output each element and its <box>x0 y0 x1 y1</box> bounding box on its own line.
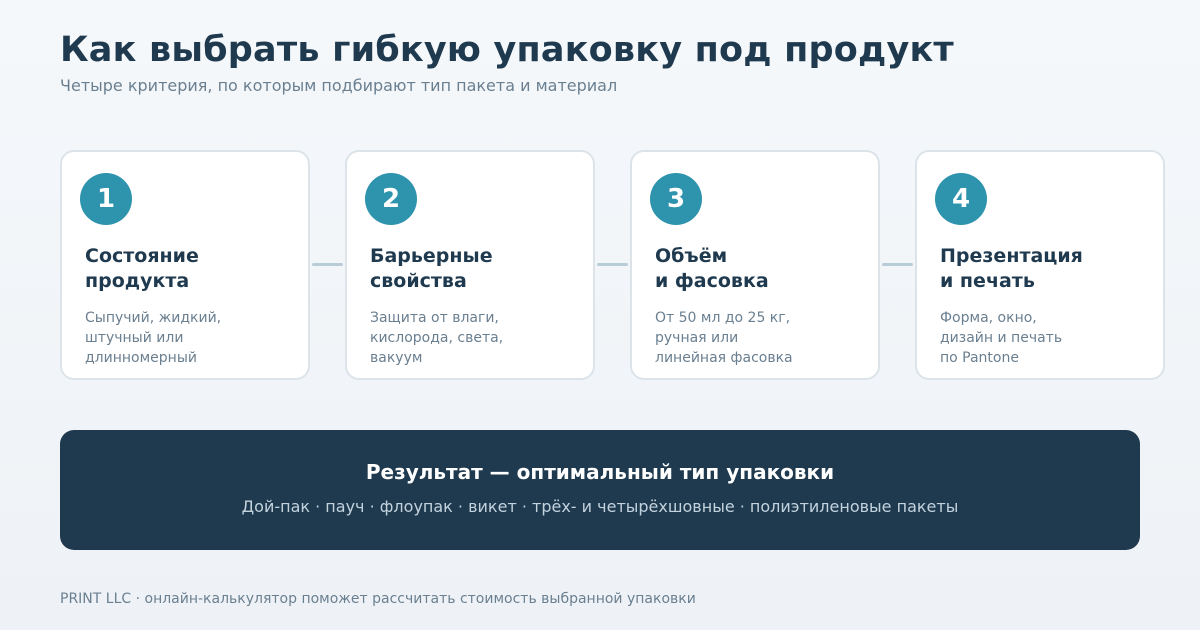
step-number-badge: 2 <box>365 173 417 225</box>
step-title: Барьерные свойства <box>370 245 493 292</box>
footer-note: PRINT LLC · онлайн-калькулятор поможет р… <box>60 591 696 607</box>
step-title: Объём и фасовка <box>655 245 769 292</box>
step-connector <box>882 263 913 266</box>
step-description: От 50 мл до 25 кг, ручная или линейная ф… <box>655 310 793 366</box>
step-number-badge: 4 <box>935 173 987 225</box>
step-number-badge: 3 <box>650 173 702 225</box>
step-connector <box>597 263 628 266</box>
step-number-badge: 1 <box>80 173 132 225</box>
page-title: Как выбрать гибкую упаковку под продукт <box>60 30 954 70</box>
step-card-3: 3 Объём и фасовка От 50 мл до 25 кг, руч… <box>630 150 880 380</box>
step-description: Форма, окно, дизайн и печать по Pantone <box>940 310 1063 366</box>
step-title: Презентация и печать <box>940 245 1083 292</box>
step-title: Состояние продукта <box>85 245 199 292</box>
step-card-2: 2 Барьерные свойства Защита от влаги, ки… <box>345 150 595 380</box>
result-package-types: Дой-пак · пауч · флоупак · викет · трёх-… <box>241 497 959 516</box>
step-description: Сыпучий, жидкий, штучный или длинномерны… <box>85 310 222 366</box>
step-connector <box>312 263 343 266</box>
step-card-4: 4 Презентация и печать Форма, окно, диза… <box>915 150 1165 380</box>
result-panel: Результат — оптимальный тип упаковки Дой… <box>60 430 1140 550</box>
result-title: Результат — оптимальный тип упаковки <box>365 460 835 484</box>
page-subtitle: Четыре критерия, по которым подбирают ти… <box>60 76 618 95</box>
step-description: Защита от влаги, кислорода, света, вакуу… <box>370 310 504 366</box>
step-card-1: 1 Состояние продукта Сыпучий, жидкий, шт… <box>60 150 310 380</box>
